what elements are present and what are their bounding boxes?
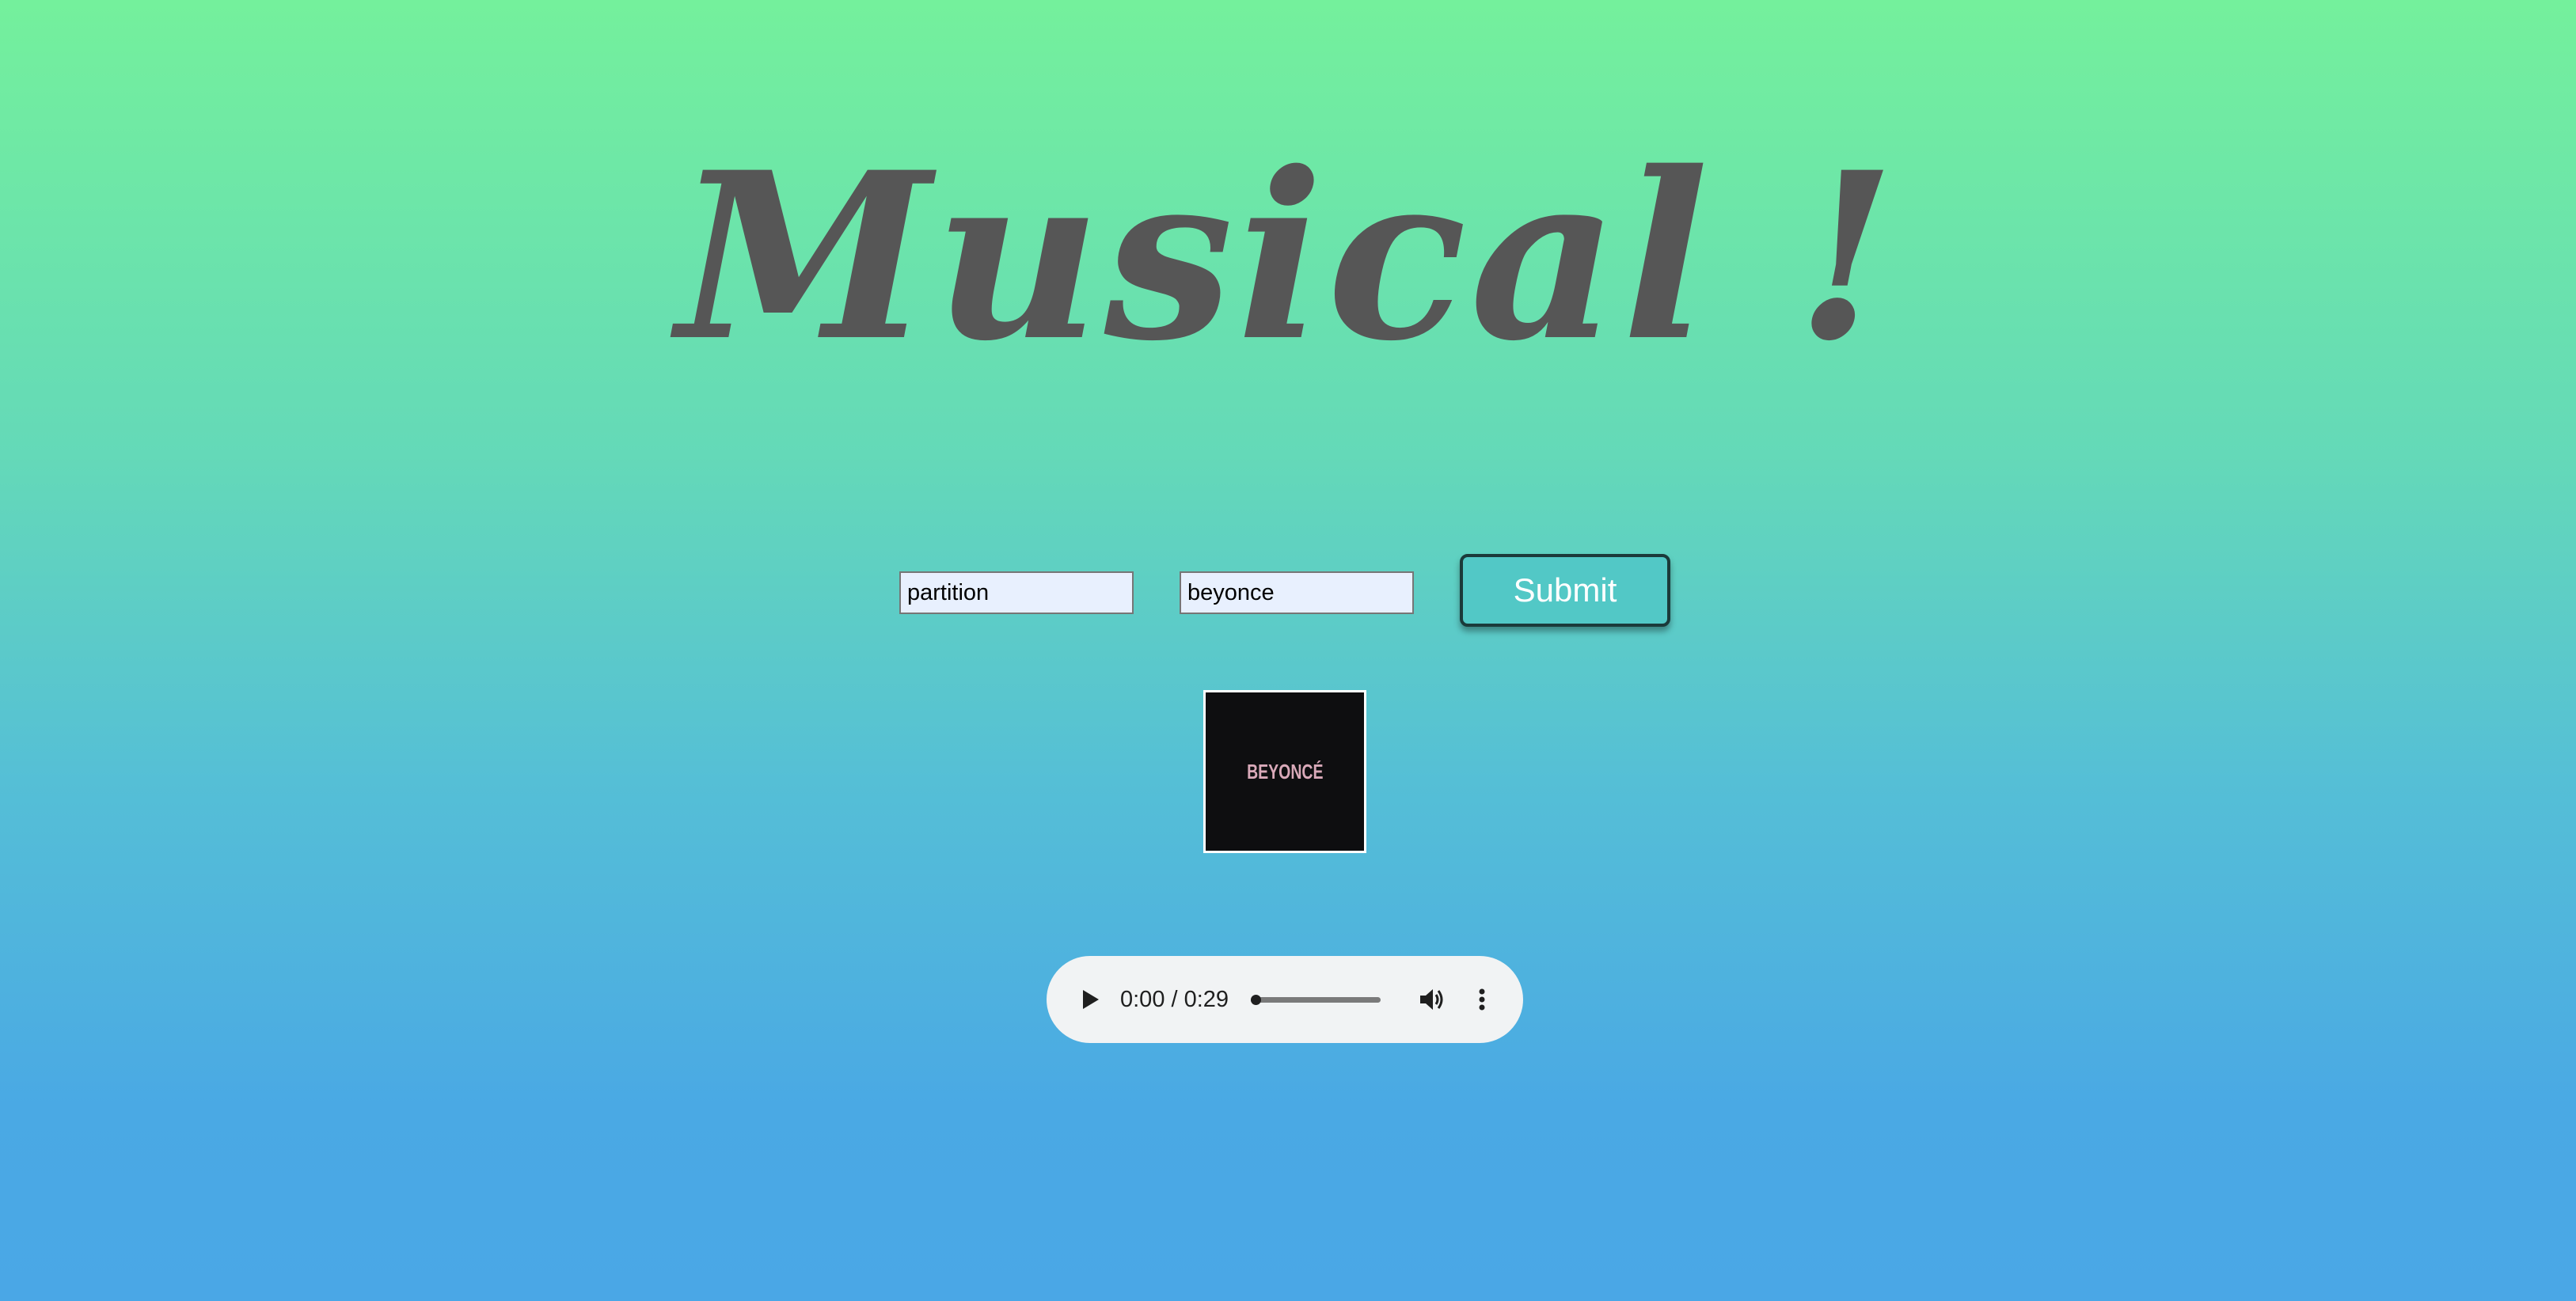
progress-slider[interactable] (1251, 995, 1381, 1005)
play-icon[interactable] (1073, 984, 1105, 1015)
volume-icon[interactable] (1414, 982, 1449, 1017)
progress-thumb[interactable] (1251, 995, 1261, 1005)
more-options-icon[interactable] (1465, 982, 1499, 1017)
song-input[interactable] (899, 571, 1134, 614)
album-cover: BEYONCÉ (1203, 690, 1366, 853)
submit-button[interactable]: Submit (1460, 554, 1670, 627)
page-title: Musical ! (676, 123, 1900, 392)
search-form: Submit (0, 554, 2576, 630)
album-cover-text: BEYONCÉ (1246, 759, 1324, 783)
artist-input[interactable] (1180, 571, 1414, 614)
time-display: 0:00 / 0:29 (1120, 987, 1229, 1012)
audio-player: 0:00 / 0:29 (1047, 956, 1523, 1043)
